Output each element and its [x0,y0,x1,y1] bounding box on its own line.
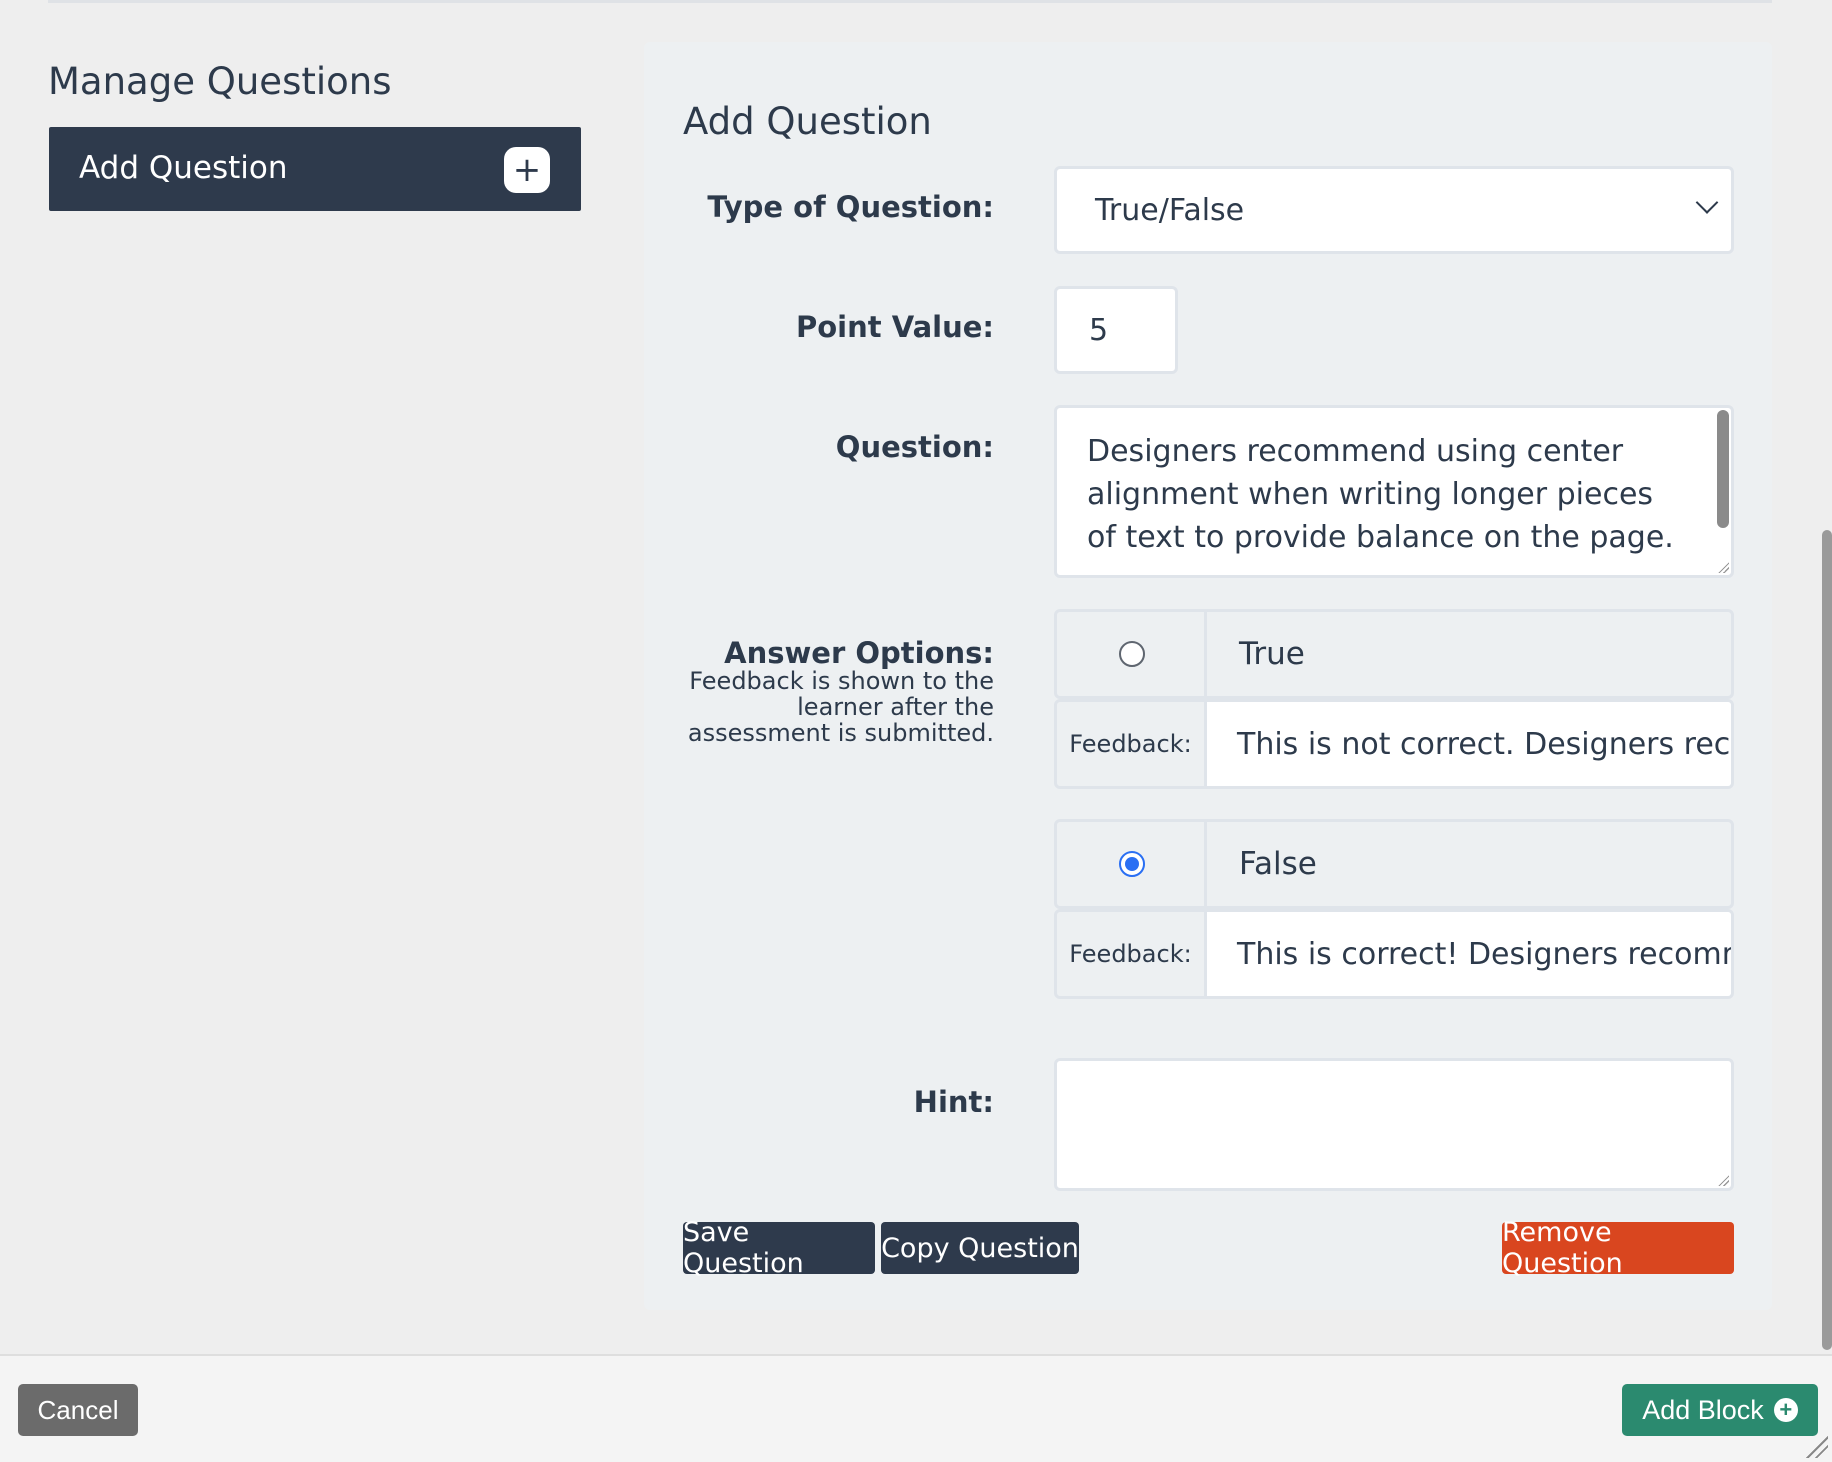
answer-options-label: Answer Options: [724,636,994,670]
feedback-row-false: Feedback: This is correct! Designers rec… [1054,909,1734,999]
add-block-button[interactable]: Add Block + [1622,1384,1818,1436]
type-of-question-label: Type of Question: [707,190,994,224]
hint-label: Hint: [913,1085,994,1119]
top-divider [48,0,1772,3]
radio-true[interactable] [1119,641,1145,667]
textarea-scrollbar[interactable] [1717,410,1729,528]
manage-questions-title: Manage Questions [48,60,392,103]
cancel-button[interactable]: Cancel [18,1384,138,1436]
form-title: Add Question [683,100,932,143]
hint-textarea[interactable] [1054,1058,1734,1191]
answer-options-help: Feedback is shown to the learner after t… [687,667,994,747]
plus-circle-icon: + [1773,1398,1798,1422]
radio-cell [1057,822,1207,906]
answer-option-true: True [1054,609,1734,699]
question-label: Question: [835,430,994,464]
answer-option-false: False [1054,819,1734,909]
add-question-item[interactable]: Add Question + [49,127,581,211]
save-question-button[interactable]: Save Question [683,1217,875,1279]
resize-grip-icon[interactable] [1717,561,1729,573]
radio-false[interactable] [1119,851,1145,877]
point-value-label: Point Value: [795,310,994,344]
question-text: Designers recommend using center alignme… [1087,434,1674,555]
window-resize-icon[interactable] [1806,1436,1828,1458]
answer-option-label: True [1239,636,1305,672]
footer-bar [0,1354,1832,1462]
answer-option-label: False [1239,846,1317,882]
resize-grip-icon[interactable] [1717,1174,1729,1186]
chevron-down-icon [1695,191,1719,214]
feedback-label: Feedback: [1057,702,1207,786]
type-of-question-value: True/False [1095,193,1245,228]
remove-question-button[interactable]: Remove Question [1502,1217,1734,1279]
copy-question-button[interactable]: Copy Question [881,1222,1079,1274]
add-question-label: Add Question [79,150,288,186]
feedback-label: Feedback: [1057,912,1207,996]
plus-icon[interactable]: + [504,147,550,193]
add-block-label: Add Block [1642,1394,1764,1425]
type-of-question-select[interactable]: True/False [1054,166,1734,254]
feedback-input-true[interactable]: This is not correct. Designers recom [1207,702,1731,786]
feedback-row-true: Feedback: This is not correct. Designers… [1054,699,1734,789]
page-scrollbar[interactable] [1822,530,1832,1350]
radio-cell [1057,612,1207,696]
point-value-input[interactable]: 5 [1054,286,1178,374]
point-value-text: 5 [1089,313,1109,348]
feedback-input-false[interactable]: This is correct! Designers recomme [1207,912,1731,996]
question-textarea[interactable]: Designers recommend using center alignme… [1054,405,1734,578]
